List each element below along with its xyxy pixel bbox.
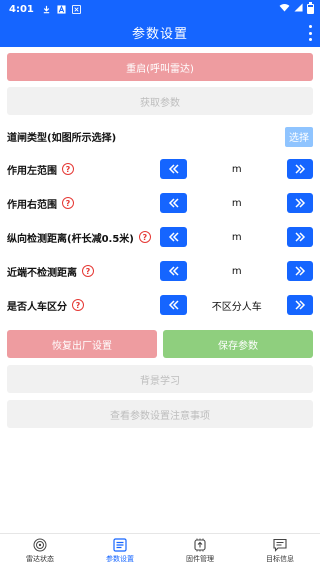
nav-item-param-settings[interactable]: 参数设置 <box>80 534 160 568</box>
nav-item-firmware[interactable]: 固件管理 <box>160 534 240 568</box>
download-icon <box>42 5 51 14</box>
bottom-nav: 雷达状态 参数设置 固件管理 目标信息 <box>0 533 320 568</box>
increase-button[interactable] <box>286 193 313 213</box>
help-icon[interactable]: ? <box>72 299 84 311</box>
param-label: 作用右范围 <box>7 199 57 211</box>
more-options-icon[interactable] <box>308 25 312 41</box>
action-row: 恢复出厂设置 保存参数 <box>7 330 313 358</box>
increase-button[interactable] <box>286 227 313 247</box>
param-value: m <box>231 197 242 209</box>
signal-icon <box>294 3 303 15</box>
page-title: 参数设置 <box>131 27 188 42</box>
param-value: m <box>231 265 242 277</box>
help-icon[interactable]: ? <box>62 197 74 209</box>
double-chevron-right-icon <box>295 232 305 242</box>
double-chevron-right-icon <box>295 300 305 310</box>
double-chevron-left-icon <box>168 232 179 242</box>
app-bar: 参数设置 <box>0 18 320 47</box>
notification-a-icon <box>57 4 66 14</box>
help-icon[interactable]: ? <box>82 265 94 277</box>
param-label: 作用左范围 <box>7 165 57 177</box>
double-chevron-left-icon <box>168 164 179 174</box>
status-bar: 4:01 <box>0 0 320 18</box>
double-chevron-left-icon <box>168 266 179 276</box>
factory-reset-button[interactable]: 恢复出厂设置 <box>7 330 157 358</box>
param-row-right-range: 作用右范围? m <box>7 186 313 220</box>
double-chevron-left-icon <box>168 198 179 208</box>
wifi-icon <box>279 3 290 15</box>
decrease-button[interactable] <box>160 227 187 247</box>
decrease-button[interactable] <box>160 295 187 315</box>
param-value: 不区分人车 <box>211 301 262 313</box>
param-label: 是否人车区分 <box>7 301 67 313</box>
nav-item-target-info[interactable]: 目标信息 <box>240 534 320 568</box>
param-row-longitudinal-distance: 纵向检测距离(杆长减0.5米)? m <box>7 220 313 254</box>
decrease-button[interactable] <box>160 159 187 179</box>
gate-type-row: 道闸类型(如图所示选择) 选择 <box>7 121 313 152</box>
param-row-left-range: 作用左范围? m <box>7 152 313 186</box>
gate-type-label: 道闸类型(如图所示选择) <box>7 133 117 144</box>
firmware-icon <box>193 538 207 552</box>
increase-button[interactable] <box>286 295 313 315</box>
param-row-person-vehicle: 是否人车区分? 不区分人车 <box>7 288 313 322</box>
param-row-near-blind-distance: 近端不检测距离? m <box>7 254 313 288</box>
nav-label: 参数设置 <box>106 555 134 563</box>
message-icon <box>273 538 287 552</box>
param-value: m <box>231 163 242 175</box>
battery-icon <box>307 2 314 14</box>
status-time: 4:01 <box>9 3 34 15</box>
param-label: 近端不检测距离 <box>7 267 77 279</box>
nav-item-radar-status[interactable]: 雷达状态 <box>0 534 80 568</box>
decrease-button[interactable] <box>160 193 187 213</box>
double-chevron-left-icon <box>168 300 179 310</box>
nav-label: 目标信息 <box>266 555 294 563</box>
double-chevron-right-icon <box>295 164 305 174</box>
view-notes-button[interactable]: 查看参数设置注意事项 <box>7 400 313 428</box>
main-content: 重启(呼叫雷达) 获取参数 道闸类型(如图所示选择) 选择 作用左范围? m 作… <box>0 47 320 428</box>
restart-radar-button[interactable]: 重启(呼叫雷达) <box>7 53 313 81</box>
background-learn-button[interactable]: 背景学习 <box>7 365 313 393</box>
double-chevron-right-icon <box>295 198 305 208</box>
help-icon[interactable]: ? <box>62 163 74 175</box>
app-notification-icon <box>71 4 81 14</box>
help-icon[interactable]: ? <box>138 231 151 243</box>
nav-label: 雷达状态 <box>26 555 54 563</box>
fetch-params-button[interactable]: 获取参数 <box>7 87 313 115</box>
select-button[interactable]: 选择 <box>285 126 313 147</box>
double-chevron-right-icon <box>295 266 305 276</box>
decrease-button[interactable] <box>160 261 187 281</box>
param-value: m <box>231 231 242 243</box>
param-label: 纵向检测距离(杆长减0.5米) <box>7 233 134 245</box>
increase-button[interactable] <box>286 261 313 281</box>
increase-button[interactable] <box>286 159 313 179</box>
radar-icon <box>33 538 47 552</box>
nav-label: 固件管理 <box>186 555 214 563</box>
save-params-button[interactable]: 保存参数 <box>163 330 313 358</box>
settings-list-icon <box>113 538 127 552</box>
